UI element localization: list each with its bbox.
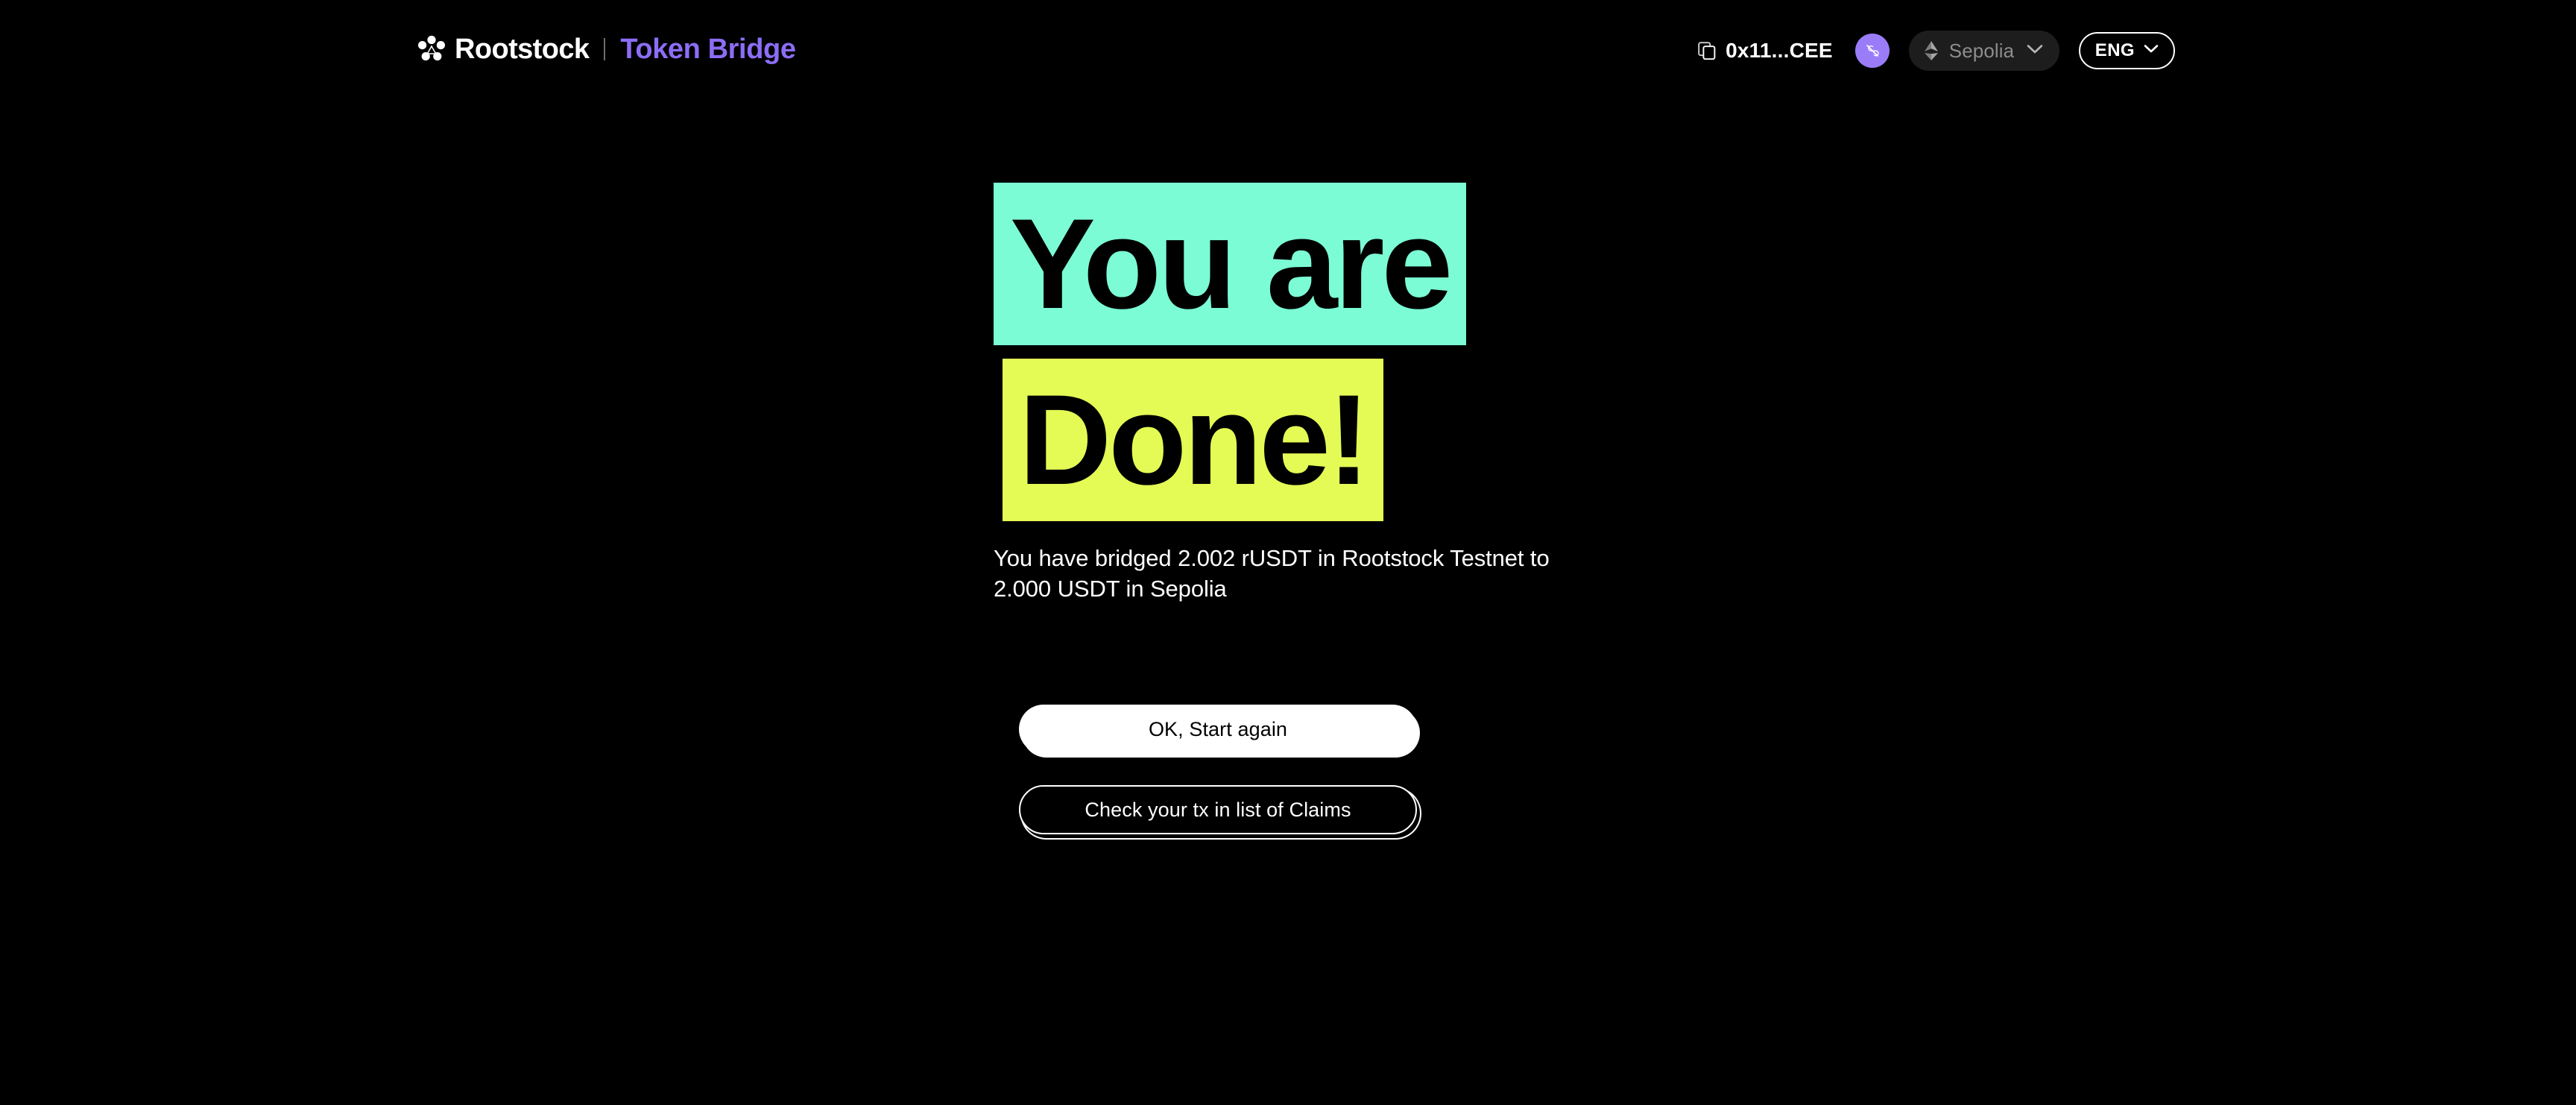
main-content: You are Done! You have bridged 2.002 rUS… bbox=[0, 0, 2576, 1105]
app-footer: Built by RootstockLabs Copyright © 2024 … bbox=[0, 956, 2576, 1105]
check-claims-button[interactable]: Check your tx in list of Claims bbox=[1019, 785, 1417, 834]
bridge-summary-text: You have bridged 2.002 rUSDT in Rootstoc… bbox=[994, 545, 1550, 602]
headline-line-2: Done! bbox=[1003, 359, 1384, 521]
start-again-button[interactable]: OK, Start again bbox=[1019, 705, 1417, 754]
headline: You are Done! bbox=[994, 183, 1467, 521]
headline-line-1: You are bbox=[994, 183, 1467, 345]
action-buttons: OK, Start again Check your tx in list of… bbox=[1019, 705, 1417, 834]
